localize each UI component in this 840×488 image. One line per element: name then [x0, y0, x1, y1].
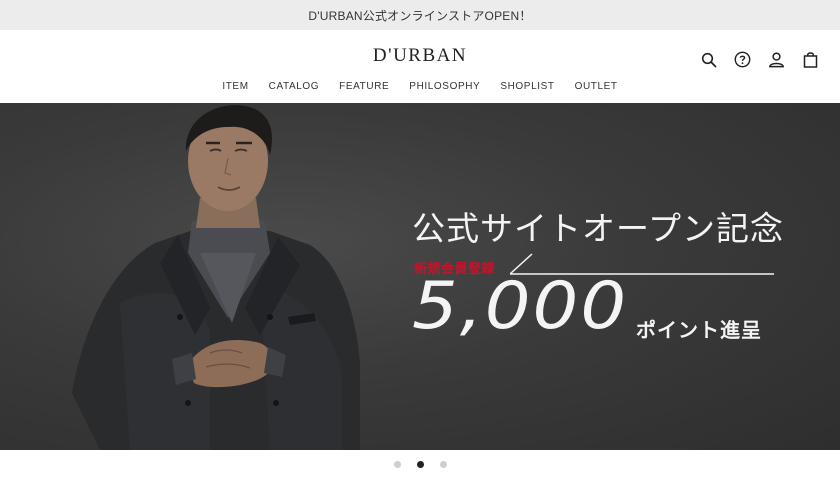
carousel-dot-1[interactable]	[393, 461, 401, 468]
nav-item-outlet[interactable]: OUTLET	[565, 81, 628, 92]
carousel-dot-3[interactable]	[439, 461, 447, 468]
carousel-dots	[0, 461, 840, 468]
site-header: D'URBAN ITEM CATALOG FEATURE PHILOSOPHY …	[0, 30, 840, 103]
account-icon[interactable]	[767, 50, 786, 69]
points-number: 5,000	[412, 267, 629, 344]
model-photo	[72, 105, 360, 450]
header-icons	[699, 50, 820, 69]
nav-item-item[interactable]: ITEM	[212, 81, 258, 92]
hero-headline: 公式サイトオープン記念	[412, 210, 785, 247]
help-icon[interactable]	[733, 50, 752, 69]
cart-icon[interactable]	[801, 50, 820, 69]
nav-item-catalog[interactable]: CATALOG	[259, 81, 330, 92]
main-nav: ITEM CATALOG FEATURE PHILOSOPHY SHOPLIST…	[0, 81, 840, 92]
search-icon[interactable]	[699, 50, 718, 69]
points-label: ポイント進呈	[636, 320, 762, 342]
nav-item-shoplist[interactable]: SHOPLIST	[490, 81, 564, 92]
hero-banner[interactable]: 公式サイトオープン記念 新規会員登録 5,000 ポイント進呈	[0, 103, 840, 450]
announcement-bar[interactable]: D'URBAN公式オンラインストアOPEN！	[0, 0, 840, 30]
nav-item-feature[interactable]: FEATURE	[329, 81, 399, 92]
announcement-text: D'URBAN公式オンラインストアOPEN！	[308, 8, 532, 23]
carousel-dot-2[interactable]	[416, 461, 424, 468]
nav-item-philosophy[interactable]: PHILOSOPHY	[399, 81, 490, 92]
